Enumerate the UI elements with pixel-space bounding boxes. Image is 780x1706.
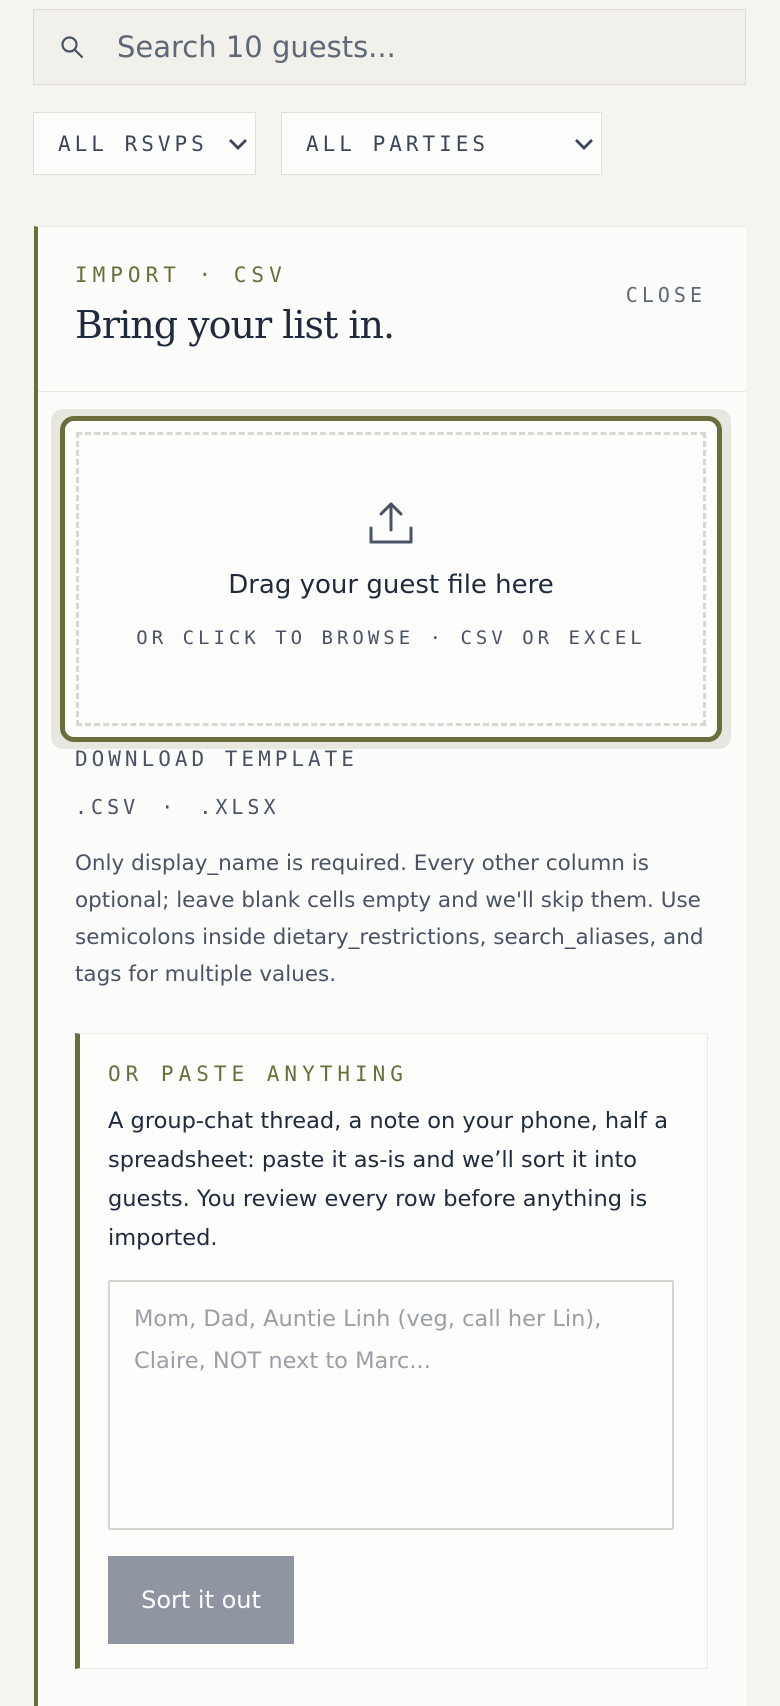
download-separator: · — [161, 795, 178, 819]
party-filter-label: ALL PARTIES — [306, 131, 490, 156]
close-button[interactable]: CLOSE — [626, 283, 706, 307]
file-dropzone[interactable]: Drag your guest file here OR CLICK TO BR… — [60, 416, 722, 742]
download-template-title: DOWNLOAD TEMPLATE — [75, 747, 358, 771]
sort-it-out-button[interactable]: Sort it out — [108, 1556, 294, 1644]
paste-eyebrow: OR PASTE ANYTHING — [108, 1062, 408, 1086]
import-title: Bring your list in. — [75, 303, 395, 347]
download-links: .CSV · .XLSX — [75, 795, 280, 819]
chevron-down-icon — [227, 137, 249, 151]
upload-icon — [368, 500, 414, 550]
download-csv-link[interactable]: .CSV — [75, 795, 139, 819]
paste-card: OR PASTE ANYTHING A group-chat thread, a… — [75, 1033, 708, 1669]
paste-textarea[interactable] — [108, 1280, 674, 1530]
dropzone-dashed-area: Drag your guest file here OR CLICK TO BR… — [76, 432, 706, 726]
search-bar[interactable] — [33, 9, 746, 85]
divider — [38, 391, 746, 392]
import-eyebrow: IMPORT · CSV — [75, 263, 287, 287]
download-xlsx-link[interactable]: .XLSX — [199, 795, 279, 819]
chevron-down-icon — [573, 137, 595, 151]
rsvp-filter-select[interactable]: ALL RSVPS — [33, 112, 256, 175]
search-icon — [59, 32, 89, 62]
dropzone-title: Drag your guest file here — [228, 570, 554, 600]
dropzone-subtitle: OR CLICK TO BROWSE · CSV OR EXCEL — [136, 627, 646, 649]
import-help-text: Only display_name is required. Every oth… — [75, 851, 704, 987]
dropzone-wrapper: Drag your guest file here OR CLICK TO BR… — [51, 409, 731, 749]
paste-description: A group-chat thread, a note on your phon… — [108, 1108, 669, 1251]
rsvp-filter-label: ALL RSVPS — [58, 131, 208, 156]
search-input[interactable] — [115, 29, 719, 65]
party-filter-select[interactable]: ALL PARTIES — [281, 112, 602, 175]
import-panel: IMPORT · CSV Bring your list in. CLOSE D… — [34, 226, 746, 1706]
